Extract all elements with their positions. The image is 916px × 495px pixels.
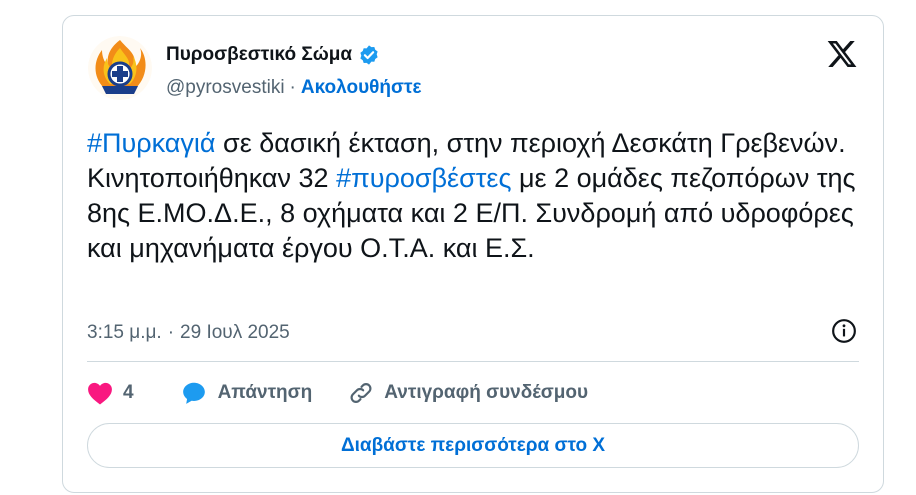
copy-link-button[interactable]: Αντιγραφή συνδέσμου [348,380,588,406]
copy-link-label: Αντιγραφή συνδέσμου [384,382,589,403]
like-button[interactable]: 4 [87,381,134,405]
follow-link[interactable]: Ακολουθήστε [301,77,422,99]
tweet-date[interactable]: 29 Ιουλ 2025 [180,322,290,344]
reply-button[interactable]: Απάντηση [180,380,313,406]
heart-icon [88,382,112,405]
speech-bubble-icon [182,382,205,404]
timestamp[interactable]: 3:15 μ.μ. · 29 Ιουλ 2025 [87,322,290,344]
tweet-time[interactable]: 3:15 μ.μ. [87,322,162,344]
info-icon[interactable] [831,318,857,344]
author-name-row[interactable]: Πυροσβεστικό Σώμα [166,44,380,66]
x-logo-icon[interactable] [825,38,859,70]
author-handle[interactable]: @pyrosvestiki [166,77,285,99]
timestamp-separator: · [167,322,175,343]
hashtag-link[interactable]: #πυροσβέστες [336,163,511,193]
read-more-label: Διαβάστε περισσότερα στο X [340,434,606,456]
reply-label: Απάντηση [217,382,313,403]
read-more-button[interactable]: Διαβάστε περισσότερα στο X [87,423,859,468]
avatar[interactable] [88,36,152,100]
tweet-text: #Πυρκαγιά σε δασική έκταση, στην περιοχή… [87,126,862,266]
tweet-embed-card: Πυροσβεστικό Σώμα @pyrosvestiki · Ακολου… [62,15,884,493]
action-bar: 4 Απάντηση Αντιγραφή συνδέσμου [87,379,624,407]
hashtag-link[interactable]: #Πυρκαγιά [87,128,216,158]
author-name[interactable]: Πυροσβεστικό Σώμα [166,44,352,66]
handle-row: @pyrosvestiki · Ακολουθήστε [166,77,422,99]
verified-badge-icon [360,45,378,65]
link-icon [350,383,372,403]
like-count: 4 [123,382,134,403]
fire-service-logo-icon [88,36,152,100]
handle-separator: · [289,77,296,98]
divider [87,361,859,362]
